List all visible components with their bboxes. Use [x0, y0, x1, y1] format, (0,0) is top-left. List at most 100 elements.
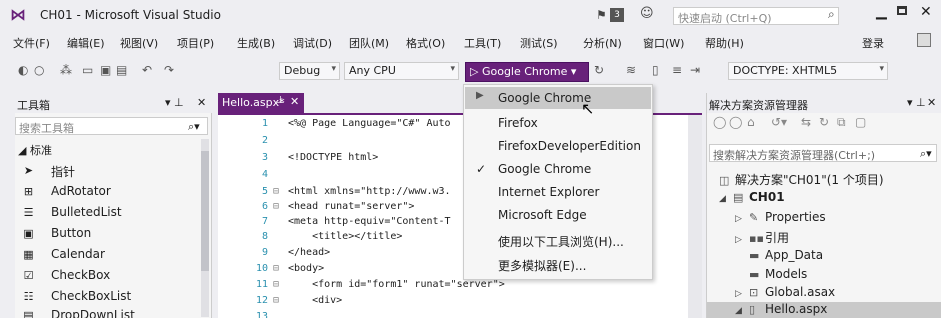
menu-item-firefox-developer-edition[interactable]: FirefoxDeveloperEdition: [464, 135, 652, 157]
notification-flag-icon[interactable]: ⚑: [596, 8, 607, 22]
expand-icon[interactable]: ◢: [719, 194, 733, 204]
menu-item-more-emulators[interactable]: 更多模拟器(E)...: [464, 253, 652, 275]
close-icon[interactable]: ✕: [290, 95, 299, 108]
toolbox-item[interactable]: ☷ CheckBoxList: [15, 287, 200, 306]
code-line[interactable]: <%@ Page Language="C#" Auto: [288, 118, 451, 129]
redo-icon[interactable]: ↷: [164, 63, 174, 77]
tree-item-solution[interactable]: ◫ 解决方案"CH01"(1 个项目): [719, 171, 884, 189]
code-line[interactable]: <form id="form1" runat="server">: [288, 279, 505, 290]
menu-help[interactable]: 帮助(H): [705, 35, 744, 51]
pin-icon[interactable]: ▾ ⊥: [165, 96, 184, 109]
code-line[interactable]: <!DOCTYPE html>: [288, 152, 378, 163]
menu-test[interactable]: 测试(S): [520, 35, 558, 51]
open-file-icon[interactable]: ▭: [82, 63, 93, 77]
tree-item-properties[interactable]: ▷ ✎ Properties: [735, 210, 826, 228]
menu-item-google-chrome[interactable]: ✓ Google Chrome: [464, 158, 652, 180]
toolbox-item[interactable]: ▣ Button: [15, 224, 200, 243]
menu-file[interactable]: 文件(F): [13, 35, 50, 51]
indent-icon[interactable]: ⇥: [690, 63, 700, 77]
code-line[interactable]: <div>: [288, 295, 342, 306]
browser-link-icon[interactable]: ≋: [626, 63, 636, 77]
login-link[interactable]: 登录: [862, 35, 884, 51]
toolbox-item[interactable]: ▤ DropDownList: [15, 306, 200, 318]
toolbox-item[interactable]: ▦ Calendar: [15, 245, 200, 264]
menu-format[interactable]: 格式(O): [406, 35, 445, 51]
solution-configuration-select[interactable]: Debug ▾: [279, 62, 340, 80]
tree-item-global-asax[interactable]: ▷ ⊡ Global.asax: [735, 285, 835, 303]
code-line[interactable]: <title></title>: [288, 231, 402, 242]
menu-project[interactable]: 项目(P): [177, 35, 214, 51]
fold-icon[interactable]: ⊟: [273, 295, 279, 306]
pin-icon[interactable]: ⊥: [276, 95, 285, 106]
save-all-icon[interactable]: ▤: [116, 63, 127, 77]
search-icon[interactable]: ⌕: [828, 7, 835, 22]
menu-edit[interactable]: 编辑(E): [67, 35, 105, 51]
menu-item-internet-explorer[interactable]: Internet Explorer: [464, 181, 652, 203]
expand-icon[interactable]: ▷: [735, 289, 749, 299]
menu-view[interactable]: 视图(V): [120, 35, 158, 51]
expand-icon[interactable]: ▷: [735, 235, 749, 245]
menu-item-firefox[interactable]: Firefox: [464, 112, 652, 134]
forward-icon[interactable]: ○: [34, 63, 44, 77]
menu-item-browse-with[interactable]: 使用以下工具浏览(H)...: [464, 229, 652, 251]
sync-icon[interactable]: ⇆: [801, 115, 811, 129]
refresh-icon[interactable]: ↻: [594, 63, 604, 77]
tree-item-app-data[interactable]: ▬ App_Data: [749, 248, 823, 266]
back-icon[interactable]: ◐: [18, 63, 28, 77]
refresh-icon[interactable]: ↻: [819, 115, 829, 129]
back-icon[interactable]: ◯: [713, 115, 726, 129]
tree-item-hello-aspx[interactable]: ◢ ▯ Hello.aspx: [735, 302, 827, 318]
code-line[interactable]: <html xmlns="http://www.w3.: [288, 186, 451, 197]
align-icon[interactable]: ≡: [672, 63, 682, 77]
page-icon[interactable]: ▯: [652, 63, 659, 77]
toolbox-group-standard[interactable]: ◢ 标准: [18, 142, 52, 158]
search-icon[interactable]: ⌕▾: [188, 120, 200, 134]
tree-item-references[interactable]: ▷ ▪▪引用: [735, 229, 789, 247]
show-all-files-icon[interactable]: ▢: [855, 115, 866, 129]
toolbox-item[interactable]: ⊞ AdRotator: [15, 182, 200, 201]
tab-hello-aspx[interactable]: Hello.aspx* ⊥ ✕: [218, 93, 304, 113]
home-icon[interactable]: ⌂: [747, 115, 755, 129]
fold-icon[interactable]: ⊟: [273, 186, 279, 197]
collapse-all-icon[interactable]: ⧉: [837, 115, 846, 130]
notification-count-badge[interactable]: 3: [610, 8, 624, 22]
tree-item-models[interactable]: ▬ Models: [749, 267, 807, 285]
menu-tools[interactable]: 工具(T): [464, 35, 501, 51]
menu-team[interactable]: 团队(M): [349, 35, 389, 51]
editor-scrollbar[interactable]: [688, 115, 702, 318]
pin-icon[interactable]: ▾ ⊥: [907, 96, 926, 109]
doctype-select[interactable]: DOCTYPE: XHTML5 ▾: [728, 62, 888, 80]
toolbox-item[interactable]: ☰ BulletedList: [15, 203, 200, 222]
save-icon[interactable]: ▣: [100, 63, 111, 77]
run-target-button[interactable]: ▷ Google Chrome ▾: [465, 62, 589, 82]
feedback-icon[interactable]: ☺: [640, 6, 654, 21]
fold-icon[interactable]: ⊟: [273, 279, 279, 290]
menu-analyze[interactable]: 分析(N): [583, 35, 622, 51]
fold-icon[interactable]: ⊟: [273, 263, 279, 274]
close-icon[interactable]: ✕: [927, 96, 936, 109]
code-line[interactable]: <body>: [288, 263, 324, 274]
toolbox-item[interactable]: ➤ 指针: [15, 161, 200, 180]
platform-select[interactable]: Any CPU ▾: [344, 62, 459, 80]
close-window-button[interactable]: ✕: [920, 4, 932, 20]
forward-icon[interactable]: ◯: [729, 115, 742, 129]
menu-item-microsoft-edge[interactable]: Microsoft Edge: [464, 204, 652, 226]
fold-icon[interactable]: ⊟: [273, 201, 279, 212]
expand-icon[interactable]: ▷: [735, 214, 749, 224]
code-line[interactable]: </head>: [288, 247, 330, 258]
code-line[interactable]: <meta http-equiv="Content-T: [288, 216, 451, 227]
toolbox-item[interactable]: ☑ CheckBox: [15, 266, 200, 285]
close-icon[interactable]: ✕: [197, 96, 206, 109]
solution-search-input[interactable]: 搜索解决方案资源管理器(Ctrl+;) ⌕▾: [709, 144, 937, 162]
minimize-button[interactable]: ▁: [876, 4, 887, 20]
tree-item-project[interactable]: ◢ ▤ CH01: [719, 190, 785, 208]
toolbox-scrollbar-thumb[interactable]: [201, 151, 209, 271]
menu-item-google-chrome-run[interactable]: Google Chrome: [464, 87, 652, 109]
pending-changes-icon[interactable]: ↺▾: [771, 115, 787, 129]
menu-window[interactable]: 窗口(W): [643, 35, 684, 51]
menu-build[interactable]: 生成(B): [237, 35, 275, 51]
new-project-icon[interactable]: ⁂: [60, 63, 72, 77]
code-line[interactable]: <head runat="server">: [288, 201, 414, 212]
undo-icon[interactable]: ↶: [142, 63, 152, 77]
toolbox-search-input[interactable]: 搜索工具箱 ⌕▾: [15, 117, 208, 135]
